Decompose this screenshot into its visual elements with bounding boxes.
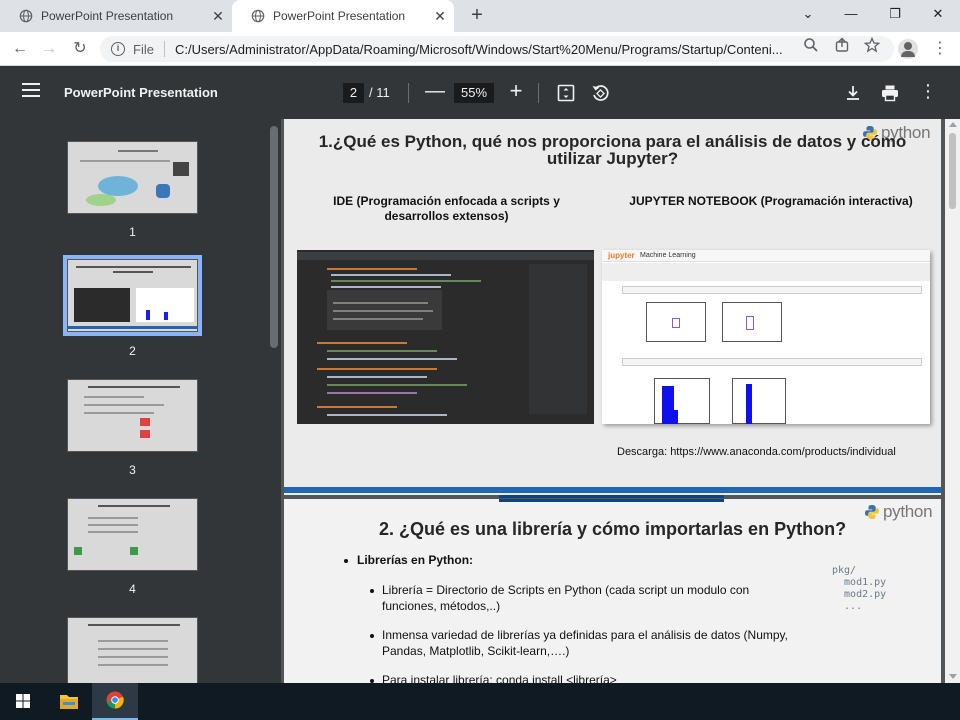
bookmark-star-icon[interactable] [864,37,880,53]
page-thumbnail-3[interactable] [67,379,198,452]
ide-screenshot [297,250,594,424]
rotate-icon[interactable] [590,83,610,103]
slide-footer-accent [499,495,724,498]
page-thumbnail-4[interactable] [67,498,198,571]
slide-title-line2: utilizar Jupyter? [546,149,679,168]
scroll-up-icon[interactable] [949,122,957,127]
window-close-button[interactable]: ✕ [916,0,960,30]
share-icon[interactable] [834,37,850,53]
close-tab-icon[interactable]: ✕ [210,8,226,24]
back-icon[interactable]: ← [8,37,32,61]
bullet-text: Inmensa variedad de librerías ya definid… [382,628,788,658]
slide-title: 2. ¿Qué es una librería y cómo importarl… [378,519,847,539]
zoom-magnifier-icon[interactable] [803,37,819,53]
new-tab-button[interactable]: + [466,5,488,27]
divider [408,83,409,103]
notebook-name: Machine Learning [640,252,696,259]
bullet-dot [370,634,374,638]
sidebar-scrollbar-thumb[interactable] [270,126,278,348]
browser-menu-icon[interactable]: ⋮ [928,37,952,61]
reload-icon[interactable]: ↻ [68,37,92,61]
profile-avatar-icon[interactable] [898,39,918,59]
browser-tab-active[interactable]: PowerPoint Presentation ✕ [232,0,454,32]
bullet-dot [344,559,348,563]
page-thumbnail-5[interactable] [67,617,198,683]
code-sample: pkg/ mod1.py mod2.py ... [832,565,887,612]
ide-heading: IDE (Programación enfocada a scripts y d… [333,194,560,223]
document-scrollbar-thumb[interactable] [949,133,956,209]
pdf-toolbar: PowerPoint Presentation 2 / 11 — 55% + ⋮ [0,67,960,119]
pdf-page-3: python 2. ¿Qué es una librería y cómo im… [284,499,941,683]
print-icon[interactable] [880,83,900,103]
zoom-in-button[interactable]: + [508,80,524,102]
bullet-heading: Librerías en Python: [357,553,474,567]
page-thumbnail-2[interactable] [63,255,202,336]
bullet-text: Para instalar librería: conda install <l… [382,673,617,683]
minimize-button[interactable]: — [829,0,873,30]
close-tab-icon[interactable]: ✕ [432,8,448,24]
windows-taskbar [0,683,960,720]
file-explorer-icon[interactable] [46,683,92,720]
info-icon[interactable]: i [111,42,125,56]
thumbnail-sidebar: 1 2 3 4 [0,119,266,683]
chrome-icon[interactable] [92,683,138,720]
python-snake-icon [865,505,879,519]
download-link-text: Descarga: https://www.anaconda.com/produ… [617,446,896,458]
jupyter-brand: jupyter [608,251,635,260]
download-icon[interactable] [843,83,863,103]
scheme-label: File [133,41,154,57]
tab-search-button[interactable]: ⌄ [786,0,830,30]
more-options-icon[interactable]: ⋮ [918,81,938,101]
document-viewer[interactable]: python 1.¿Qué es Python, qué nos proporc… [281,119,945,683]
bullet-text: Librería = Directorio de Scripts en Pyth… [382,583,750,613]
url-text[interactable]: C:/Users/Administrator/AppData/Roaming/M… [175,42,795,57]
thumbnail-number: 1 [129,225,136,239]
page-total: / 11 [369,85,390,100]
forward-icon[interactable]: → [37,37,61,61]
tab-title: PowerPoint Presentation [273,9,406,23]
jupyter-screenshot: jupyter Machine Learning [602,250,930,424]
browser-tab[interactable]: PowerPoint Presentation ✕ [0,0,232,32]
jupyter-heading: JUPYTER NOTEBOOK (Programación interacti… [629,194,913,208]
divider [163,41,165,57]
pdf-page-2: python 1.¿Qué es Python, qué nos proporc… [284,119,941,498]
page-number-input[interactable]: 2 [343,83,364,103]
slide-footer-bar [284,487,941,493]
browser-toolbar: ← → ↻ i File C:/Users/Administrator/AppD… [0,32,960,66]
bullet-dot [370,589,374,593]
zoom-out-button[interactable]: — [425,81,445,101]
globe-icon [251,9,265,23]
divider [538,83,539,103]
thumbnail-number: 3 [129,463,136,477]
fit-to-page-icon[interactable] [556,83,576,103]
thumbnail-number: 4 [129,582,136,596]
windows-start-icon[interactable] [0,683,46,720]
tab-title: PowerPoint Presentation [41,9,174,23]
page-thumbnail-1[interactable] [67,141,198,214]
tab-strip: PowerPoint Presentation ✕ PowerPoint Pre… [0,0,960,32]
document-scrollbar[interactable] [945,119,960,683]
thumbnail-number: 2 [129,344,136,358]
document-title: PowerPoint Presentation [64,85,218,100]
globe-icon [19,9,33,23]
address-bar[interactable]: i File C:/Users/Administrator/AppData/Ro… [100,36,894,62]
slide-header-accent [499,499,724,502]
sidebar-toggle-icon[interactable] [22,83,40,97]
zoom-level-input[interactable]: 55% [454,83,494,103]
restore-button[interactable]: ❐ [873,0,917,30]
scroll-down-icon[interactable] [949,674,957,679]
